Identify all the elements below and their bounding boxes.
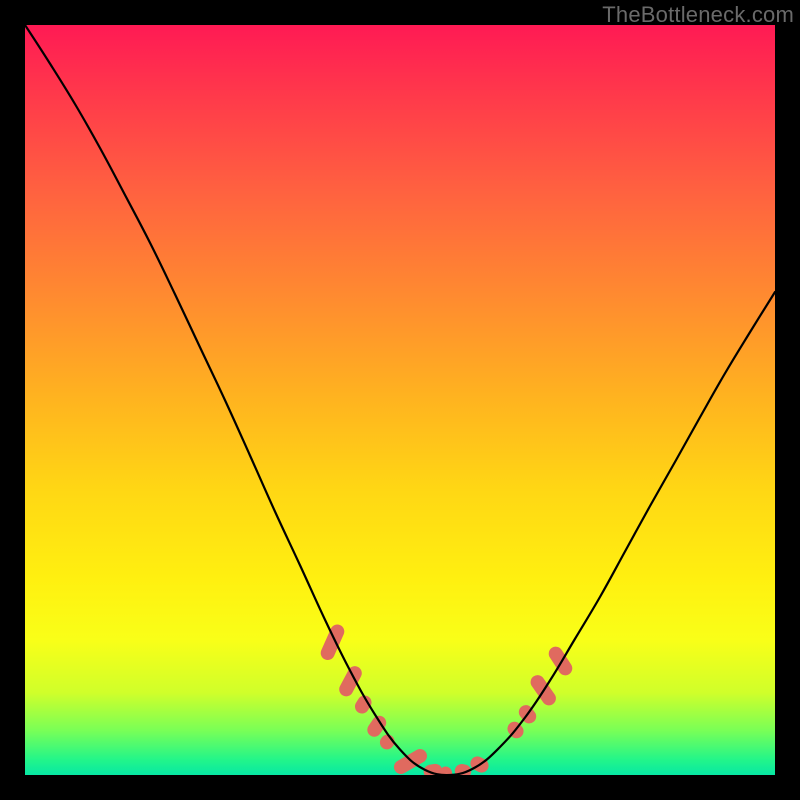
curve-svg: [25, 25, 775, 775]
highlight-bead: [337, 664, 365, 699]
bottleneck-curve: [25, 25, 775, 775]
highlight-markers: [318, 622, 574, 775]
highlight-bead: [546, 644, 575, 678]
chart-frame: TheBottleneck.com: [0, 0, 800, 800]
plot-area: [25, 25, 775, 775]
